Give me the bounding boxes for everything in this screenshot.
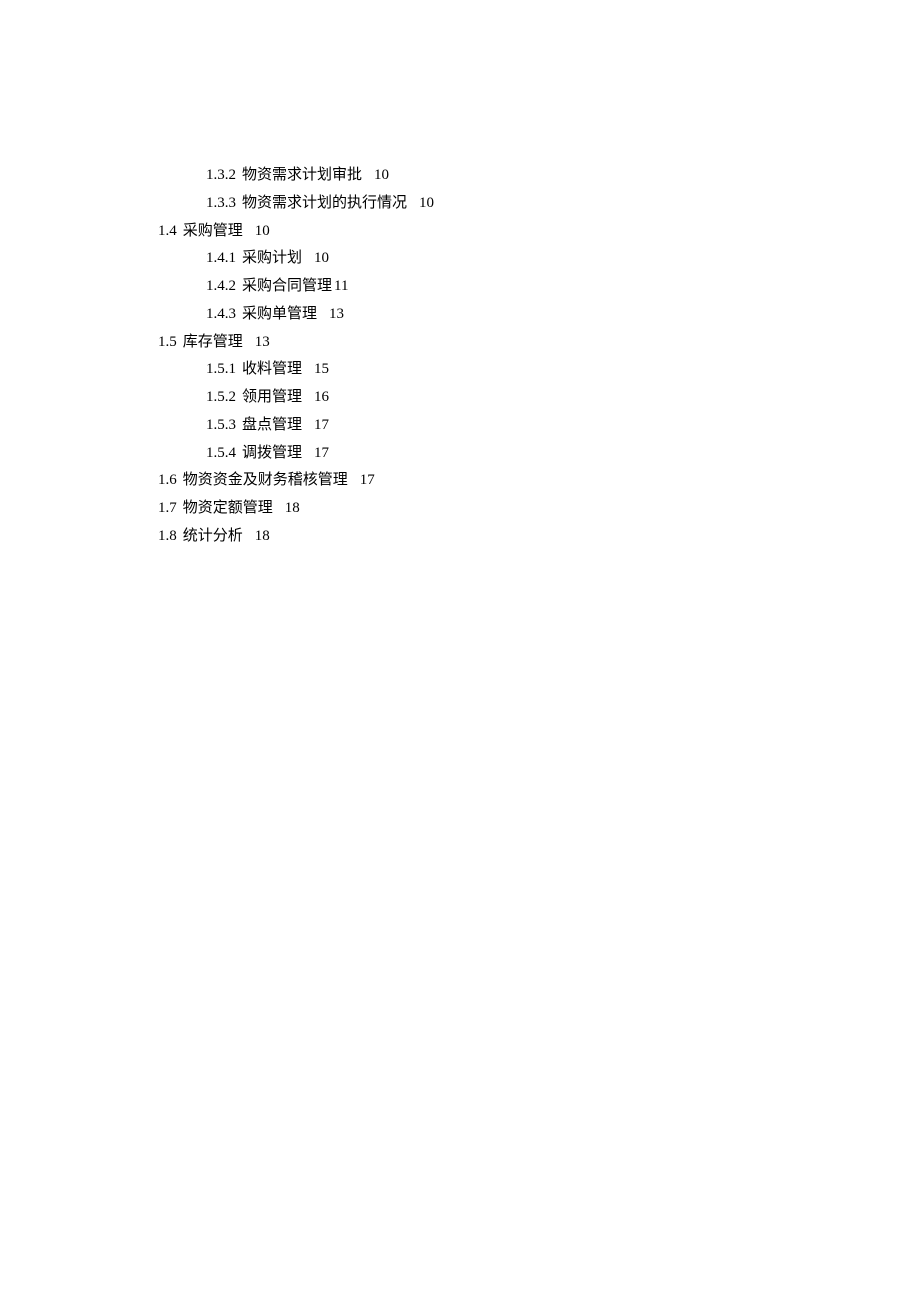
- toc-entry: 1.4.2 采购合同管理11: [206, 273, 920, 301]
- toc-entry-number: 1.5: [158, 334, 177, 350]
- toc-entry-title: 收料管理: [242, 361, 302, 377]
- toc-entry: 1.5.3 盘点管理 17: [206, 412, 920, 440]
- toc-entry: 1.5.4 调拨管理 17: [206, 440, 920, 468]
- toc-entry-page: 17: [360, 472, 375, 488]
- toc-entry-page: 18: [285, 500, 300, 516]
- toc-entry-number: 1.5.3: [206, 417, 236, 433]
- toc-entry-title: 物资需求计划的执行情况: [242, 195, 407, 211]
- toc-entry-page: 10: [314, 250, 329, 266]
- toc-entry-number: 1.4.2: [206, 278, 236, 294]
- toc-entry-number: 1.3.3: [206, 195, 236, 211]
- toc-entry-page: 17: [314, 445, 329, 461]
- toc-entry-page: 15: [314, 361, 329, 377]
- toc-entry-page: 18: [255, 528, 270, 544]
- table-of-contents: 1.3.2 物资需求计划审批 10 1.3.3 物资需求计划的执行情况 10 1.4 采购管理…: [158, 162, 920, 551]
- toc-entry-number: 1.5.2: [206, 389, 236, 405]
- toc-entry: 1.3.3 物资需求计划的执行情况 10: [206, 190, 920, 218]
- toc-entry-number: 1.8: [158, 528, 177, 544]
- toc-entry-page: 13: [255, 334, 270, 350]
- toc-entry-page: 17: [314, 417, 329, 433]
- toc-entry-number: 1.4: [158, 223, 177, 239]
- toc-entry: 1.7 物资定额管理 18: [158, 495, 920, 523]
- toc-entry-page: 10: [374, 167, 389, 183]
- toc-entry: 1.4 采购管理 10: [158, 218, 920, 246]
- toc-entry-number: 1.6: [158, 472, 177, 488]
- toc-entry-number: 1.5.1: [206, 361, 236, 377]
- toc-entry-title: 物资需求计划审批: [242, 167, 362, 183]
- toc-entry-page: 16: [314, 389, 329, 405]
- toc-entry-number: 1.4.1: [206, 250, 236, 266]
- toc-entry-page: 10: [419, 195, 434, 211]
- toc-entry: 1.8 统计分析 18: [158, 523, 920, 551]
- toc-entry-number: 1.3.2: [206, 167, 236, 183]
- toc-entry-page: 10: [255, 223, 270, 239]
- toc-entry-page: 11: [334, 278, 348, 294]
- toc-entry-title: 统计分析: [183, 528, 243, 544]
- toc-entry-number: 1.4.3: [206, 306, 236, 322]
- toc-entry-title: 库存管理: [183, 334, 243, 350]
- toc-entry: 1.6 物资资金及财务稽核管理 17: [158, 467, 920, 495]
- toc-entry-title: 物资资金及财务稽核管理: [183, 472, 348, 488]
- toc-entry: 1.3.2 物资需求计划审批 10: [206, 162, 920, 190]
- toc-entry-title: 采购管理: [183, 223, 243, 239]
- toc-entry-number: 1.7: [158, 500, 177, 516]
- toc-entry: 1.4.3 采购单管理 13: [206, 301, 920, 329]
- toc-entry-title: 调拨管理: [242, 445, 302, 461]
- toc-entry-title: 采购计划: [242, 250, 302, 266]
- toc-entry-title: 领用管理: [242, 389, 302, 405]
- toc-entry: 1.5.1 收料管理 15: [206, 356, 920, 384]
- toc-entry-page: 13: [329, 306, 344, 322]
- toc-entry-title: 物资定额管理: [183, 500, 273, 516]
- toc-entry: 1.4.1 采购计划 10: [206, 245, 920, 273]
- toc-entry: 1.5 库存管理 13: [158, 329, 920, 357]
- toc-entry: 1.5.2 领用管理 16: [206, 384, 920, 412]
- toc-entry-number: 1.5.4: [206, 445, 236, 461]
- toc-entry-title: 盘点管理: [242, 417, 302, 433]
- toc-entry-title: 采购合同管理: [242, 278, 332, 294]
- toc-entry-title: 采购单管理: [242, 306, 317, 322]
